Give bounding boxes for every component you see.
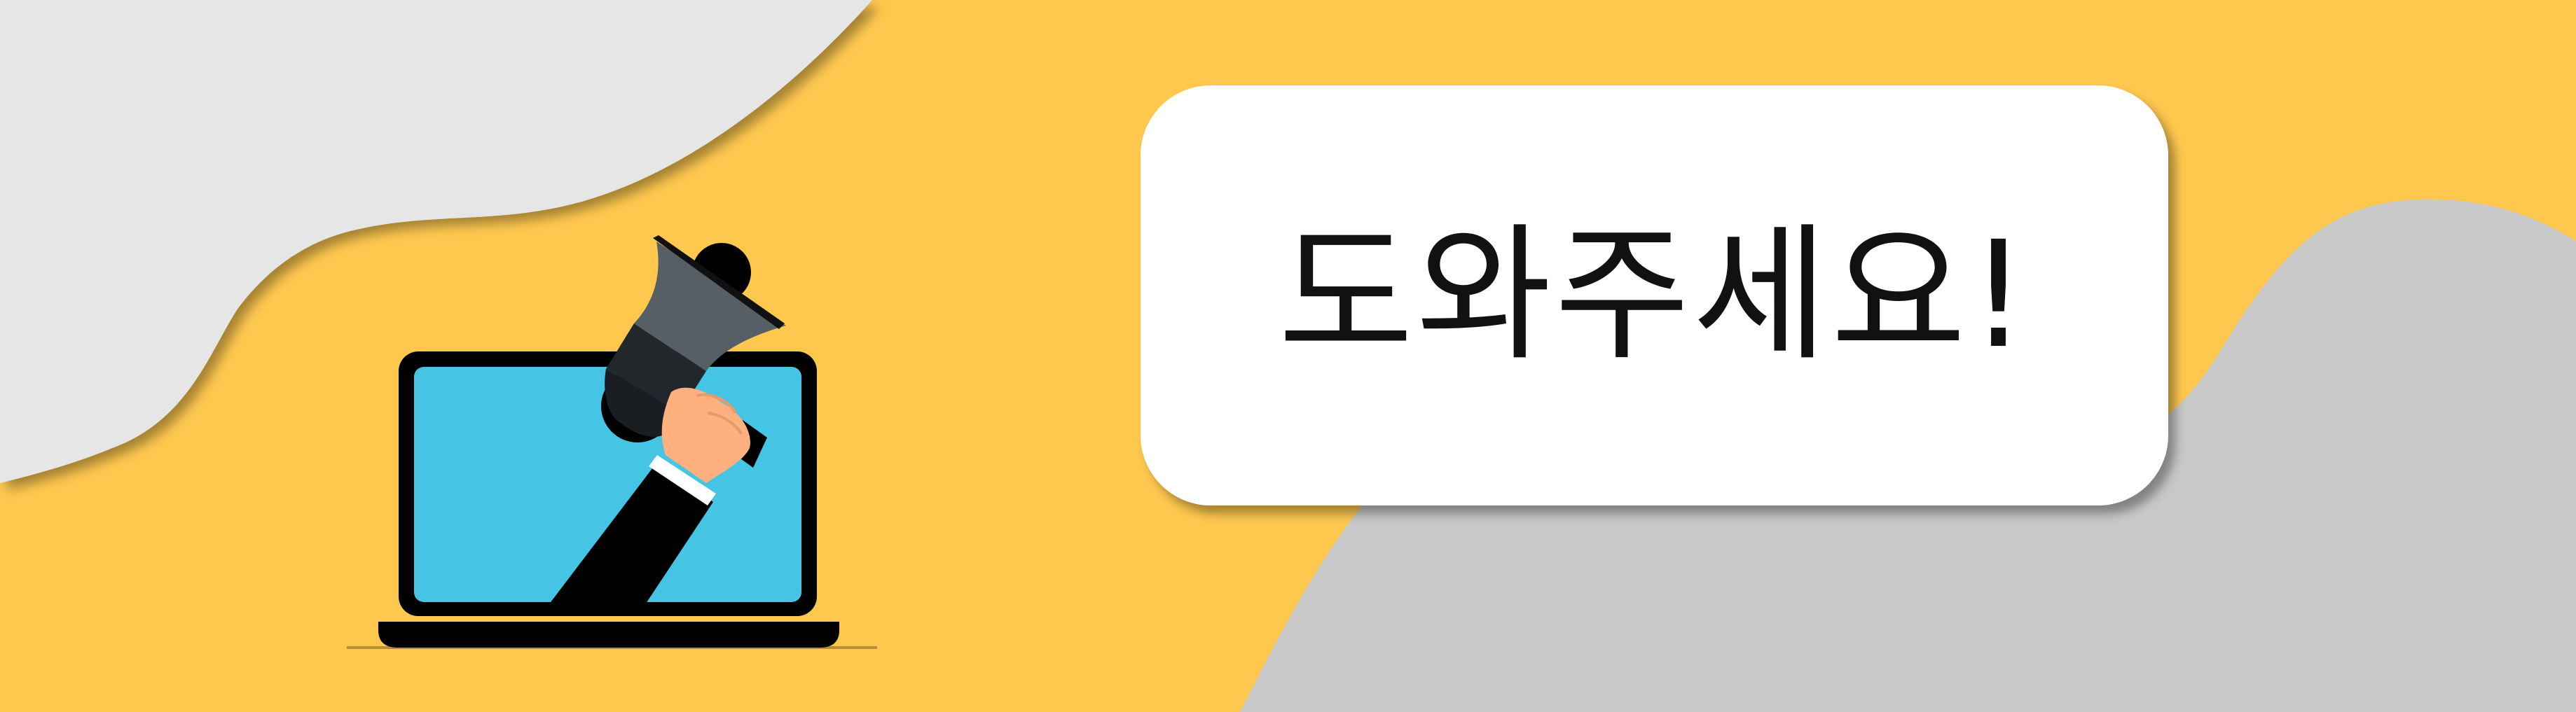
headline-text: 도와주세요! (1278, 209, 2031, 381)
headline-card: 도와주세요! (1141, 85, 2168, 505)
banner: 도와주세요! (0, 0, 2576, 712)
